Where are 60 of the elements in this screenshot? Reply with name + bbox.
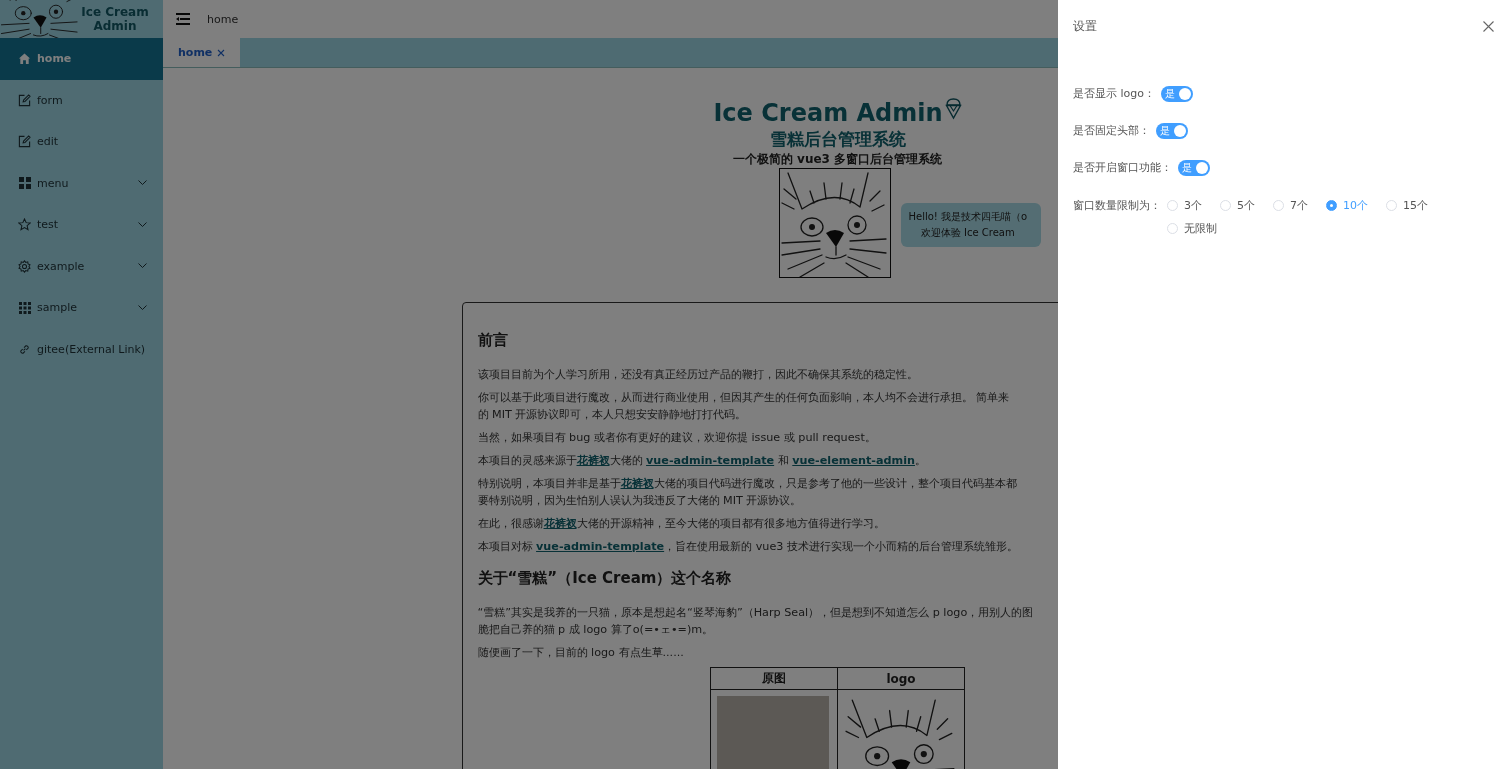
grid-icon (18, 176, 31, 190)
paragraph: “雪糕”其实是我养的一只猫，原本是想起名“竖琴海豹”（Harp Seal），但是想到不知道怎么 p logo，用别人的图 脆把自己养的猫 p 成 logo 算了o(=•ェ•=)m。 (477, 605, 1035, 638)
menu-icon[interactable] (176, 13, 190, 25)
sidebar-item[interactable]: home (0, 38, 163, 80)
subtitle: 雪糕后台管理系统 (769, 128, 906, 150)
chevron-icon (138, 180, 147, 187)
setting-label: 是否固定头部： (1073, 123, 1150, 138)
bubble-text: 欢迎体验 Ice Cream (919, 226, 1016, 240)
setting-label: 是否显示 logo： (1073, 86, 1155, 101)
settings-icon (18, 259, 31, 273)
radio-option[interactable]: 15个 (1386, 198, 1428, 213)
radio-option[interactable]: 无限制 (1167, 221, 1217, 236)
toggle-switch[interactable]: 是 (1156, 122, 1188, 139)
paragraph: 该项目目前为个人学习所用，还没有真正经历过产品的鞭打，因此不确保其系统的稳定性。 (477, 367, 919, 383)
toggle-switch[interactable]: 是 (1178, 159, 1210, 176)
setting-label: 是否开启窗口功能： (1073, 160, 1172, 175)
column-header: 原图 (710, 667, 838, 690)
toggle-switch[interactable]: 是 (1161, 85, 1193, 102)
radio-option[interactable]: 3个 (1167, 198, 1202, 213)
tagline: 一个极简的 vue3 多窗口后台管理系统 (732, 151, 943, 168)
sidebar-item[interactable]: test (0, 204, 163, 246)
paragraph: 你可以基于此项目进行魔改，从而进行商业使用，但因其产生的任何负面影响，本人均不会进行承担。 简单来 的 MIT 开源协议即可，本人只想安安静静地打打代码。 (477, 390, 1011, 423)
breadcrumb[interactable]: home (207, 12, 239, 26)
radio-option[interactable]: 5个 (1220, 198, 1255, 213)
radio-option[interactable]: 10个 (1326, 198, 1368, 213)
link[interactable]: 花裤衩 (620, 477, 654, 490)
grid-icon (18, 301, 31, 315)
bubble-text: Hello! 我是技术四毛喵（o (908, 210, 1028, 224)
page-title: Ice Cream Admin (713, 98, 943, 128)
home-icon (18, 52, 31, 66)
ice-cream-icon (944, 98, 962, 120)
column-header: logo (837, 667, 965, 690)
chevron-icon (138, 304, 147, 311)
sidebar-item[interactable]: sample (0, 287, 163, 329)
paragraph: 随便画了一下，目前的 logo 有点生草...... (477, 645, 685, 661)
sidebar-item[interactable]: menu (0, 162, 163, 204)
tab[interactable]: home (163, 38, 241, 67)
link[interactable]: 花裤衩 (576, 454, 610, 467)
sidebar-item[interactable]: edit (0, 121, 163, 163)
link[interactable]: 花裤衩 (543, 517, 577, 530)
link-icon (18, 342, 31, 356)
close-icon[interactable] (217, 48, 226, 57)
link[interactable]: vue-admin-template (646, 454, 775, 467)
link[interactable]: vue-element-admin (792, 454, 915, 467)
paragraph: 当然，如果项目有 bug 或者你有更好的建议，欢迎你提 issue 或 pull request。 (477, 430, 877, 446)
radio-option[interactable]: 7个 (1273, 198, 1308, 213)
setting-label: 窗口数量限制为： (1073, 198, 1161, 213)
link[interactable]: vue-admin-template (536, 540, 665, 553)
edit-icon (18, 93, 31, 107)
close-icon[interactable] (1483, 21, 1494, 32)
section-heading: 前言 (477, 331, 509, 350)
star-icon (18, 218, 31, 232)
app-name: Ice Cream Admin (80, 5, 150, 33)
edit-icon (18, 135, 31, 149)
chevron-icon (138, 263, 147, 270)
chevron-icon (138, 221, 147, 228)
drawer-title: 设置 (1073, 18, 1097, 35)
sidebar-item[interactable]: example (0, 245, 163, 287)
section-heading: 关于“雪糕”（Ice Cream）这个名称 (477, 569, 733, 588)
sidebar-item[interactable]: gitee(External Link) (0, 328, 163, 370)
